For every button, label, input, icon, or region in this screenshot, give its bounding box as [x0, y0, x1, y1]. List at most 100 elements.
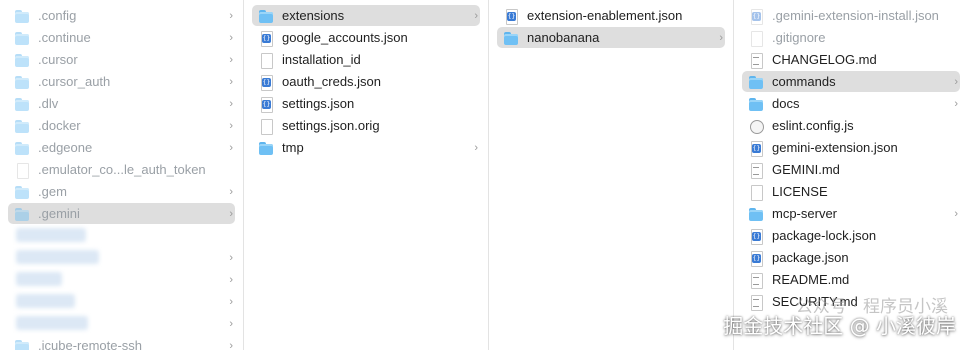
folder-item-mcp-server[interactable]: mcp-server › [742, 203, 960, 224]
item-label: .edgeone [38, 140, 93, 155]
item-label: SECURITY.md [772, 294, 858, 309]
file-item-gemini-extension-install-json[interactable]: .gemini-extension-install.json [742, 5, 960, 26]
chevron-right-icon: › [229, 207, 233, 220]
chevron-right-icon: › [954, 75, 958, 88]
file-item-package-lock-json[interactable]: package-lock.json [742, 225, 960, 246]
item-label: .config [38, 8, 77, 23]
document-icon [748, 184, 764, 201]
folder-icon [14, 338, 30, 350]
folder-item-extensions[interactable]: extensions › [252, 5, 480, 26]
folder-icon [14, 8, 30, 24]
item-label: .docker [38, 118, 81, 133]
item-label: README.md [772, 272, 850, 287]
folder-item-cursor[interactable]: .cursor › [8, 49, 235, 70]
item-label: CHANGELOG.md [772, 52, 877, 67]
file-item-eslint-config-js[interactable]: eslint.config.js [742, 115, 960, 136]
item-label: google_accounts.json [282, 30, 408, 45]
redacted-item [16, 294, 75, 308]
file-item-oauth-creds-json[interactable]: oauth_creds.json [252, 71, 480, 92]
folder-icon [14, 30, 30, 46]
item-label: extension-enablement.json [527, 8, 683, 23]
finder-column-gemini[interactable]: extensions › google_accounts.json installat… [244, 0, 489, 350]
redacted-item [16, 272, 62, 286]
item-label: settings.json [282, 96, 355, 111]
file-item-item[interactable] [8, 225, 235, 246]
folder-icon [258, 140, 274, 156]
document-icon [258, 118, 274, 135]
file-item-item[interactable]: › [8, 313, 235, 334]
chevron-right-icon: › [719, 31, 723, 44]
file-item-gemini-extension-json[interactable]: gemini-extension.json [742, 137, 960, 158]
folder-item-tmp[interactable]: tmp › [252, 137, 480, 158]
folder-icon [748, 96, 764, 112]
folder-icon [258, 8, 274, 24]
chevron-right-icon: › [229, 317, 233, 330]
finder-column-nanobanana[interactable]: .gemini-extension-install.json .gitignore… [734, 0, 968, 350]
item-label: .emulator_co...le_auth_token [38, 162, 206, 177]
file-item-security-md[interactable]: SECURITY.md [742, 291, 960, 312]
chevron-right-icon: › [229, 9, 233, 22]
folder-item-continue[interactable]: .continue › [8, 27, 235, 48]
file-item-emulator-co-le-auth-token[interactable]: .emulator_co...le_auth_token [8, 159, 235, 180]
folder-item-cursor-auth[interactable]: .cursor_auth › [8, 71, 235, 92]
item-label: docs [772, 96, 800, 111]
item-label: .gemini [38, 206, 80, 221]
file-item-settings-json[interactable]: settings.json [252, 93, 480, 114]
file-item-installation-id[interactable]: installation_id [252, 49, 480, 70]
item-label: eslint.config.js [772, 118, 854, 133]
finder-column-extensions[interactable]: extension-enablement.json nanobanana › [489, 0, 734, 350]
item-label: mcp-server [772, 206, 838, 221]
folder-item-gemini[interactable]: .gemini › [8, 203, 235, 224]
chevron-right-icon: › [229, 53, 233, 66]
folder-item-edgeone[interactable]: .edgeone › [8, 137, 235, 158]
folder-item-docker[interactable]: .docker › [8, 115, 235, 136]
file-item-item[interactable]: › [8, 269, 235, 290]
file-item-readme-md[interactable]: README.md [742, 269, 960, 290]
folder-icon [748, 74, 764, 90]
item-label: settings.json.orig [282, 118, 380, 133]
chevron-right-icon: › [229, 75, 233, 88]
folder-icon [14, 74, 30, 90]
file-item-google-accounts-json[interactable]: google_accounts.json [252, 27, 480, 48]
chevron-right-icon: › [229, 273, 233, 286]
file-item-settings-json-orig[interactable]: settings.json.orig [252, 115, 480, 136]
folder-item-commands[interactable]: commands › [742, 71, 960, 92]
js-file-icon [748, 118, 764, 134]
file-item-item[interactable]: › [8, 247, 235, 268]
chevron-right-icon: › [229, 251, 233, 264]
item-label: .gem [38, 184, 67, 199]
folder-item-nanobanana[interactable]: nanobanana › [497, 27, 725, 48]
json-file-icon [503, 8, 519, 25]
item-label: oauth_creds.json [282, 74, 382, 89]
file-item-gitignore[interactable]: .gitignore [742, 27, 960, 48]
item-label: installation_id [282, 52, 361, 67]
folder-item-icube-remote-ssh[interactable]: .icube-remote-ssh › [8, 335, 235, 350]
file-item-package-json[interactable]: package.json [742, 247, 960, 268]
item-label: .dlv [38, 96, 59, 111]
document-icon [748, 30, 764, 47]
file-item-extension-enablement-json[interactable]: extension-enablement.json [497, 5, 725, 26]
chevron-right-icon: › [474, 141, 478, 154]
item-label: tmp [282, 140, 304, 155]
file-item-license[interactable]: LICENSE [742, 181, 960, 202]
file-item-item[interactable]: › [8, 291, 235, 312]
chevron-right-icon: › [954, 207, 958, 220]
redacted-item [16, 228, 86, 242]
item-label: .cursor_auth [38, 74, 111, 89]
file-item-gemini-md[interactable]: GEMINI.md [742, 159, 960, 180]
folder-item-dlv[interactable]: .dlv › [8, 93, 235, 114]
item-label: nanobanana [527, 30, 600, 45]
folder-item-config[interactable]: .config › [8, 5, 235, 26]
json-file-icon [258, 74, 274, 91]
file-item-changelog-md[interactable]: CHANGELOG.md [742, 49, 960, 70]
item-label: .icube-remote-ssh [38, 338, 143, 350]
finder-column-home[interactable]: .config › .continue › .cursor › .cursor_auth ›.… [0, 0, 244, 350]
folder-icon [503, 30, 519, 46]
document-icon [14, 162, 30, 179]
chevron-right-icon: › [229, 295, 233, 308]
folder-item-docs[interactable]: docs › [742, 93, 960, 114]
chevron-right-icon: › [229, 339, 233, 350]
json-file-icon [748, 228, 764, 245]
folder-item-gem[interactable]: .gem › [8, 181, 235, 202]
redacted-item [16, 250, 99, 264]
